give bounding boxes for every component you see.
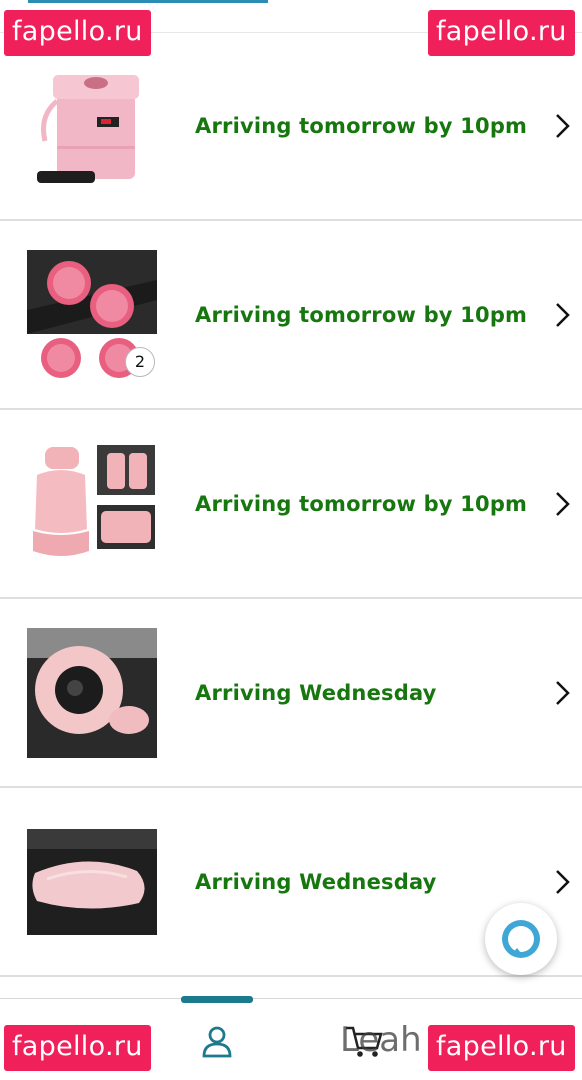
order-row[interactable]: Arriving tomorrow by 10pm <box>0 410 582 599</box>
product-image-steering-wheel-cover <box>27 627 157 758</box>
nav-selected-indicator <box>181 996 253 1003</box>
watermark: fapello.ru <box>428 1025 575 1071</box>
product-image-seat-covers <box>27 439 157 569</box>
chevron-right-icon[interactable] <box>552 301 572 329</box>
nav-account[interactable] <box>187 1019 247 1063</box>
watermark: fapello.ru <box>4 10 151 56</box>
chevron-right-icon[interactable] <box>552 112 572 140</box>
top-tab-indicator <box>0 0 582 3</box>
order-row[interactable]: Arriving tomorrow by 10pm <box>0 32 582 221</box>
product-image-coasters: 2 <box>27 249 157 380</box>
order-list: Arriving tomorrow by 10pm 2 Arriving tom… <box>0 32 582 977</box>
chevron-right-icon[interactable] <box>552 490 572 518</box>
chevron-right-icon[interactable] <box>552 868 572 896</box>
product-image-trash-can <box>27 61 157 191</box>
delivery-status: Arriving tomorrow by 10pm <box>195 114 528 138</box>
delivery-status: Arriving tomorrow by 10pm <box>195 302 528 327</box>
order-row[interactable]: 2 Arriving tomorrow by 10pm <box>0 221 582 410</box>
alexa-icon <box>502 920 540 958</box>
person-icon <box>202 1026 232 1058</box>
chevron-right-icon[interactable] <box>552 679 572 707</box>
delivery-status: Arriving Wednesday <box>195 680 437 705</box>
watermark: fapello.ru <box>428 10 575 56</box>
delivery-status: Arriving tomorrow by 10pm <box>195 491 528 516</box>
watermark-overlay-text: Leah <box>340 1020 422 1060</box>
watermark: fapello.ru <box>4 1025 151 1071</box>
order-row[interactable]: Arriving Wednesday <box>0 599 582 788</box>
delivery-status: Arriving Wednesday <box>195 869 437 894</box>
product-image-armrest-cover <box>27 817 157 947</box>
alexa-button[interactable] <box>485 903 557 975</box>
item-count-badge: 2 <box>125 346 155 377</box>
